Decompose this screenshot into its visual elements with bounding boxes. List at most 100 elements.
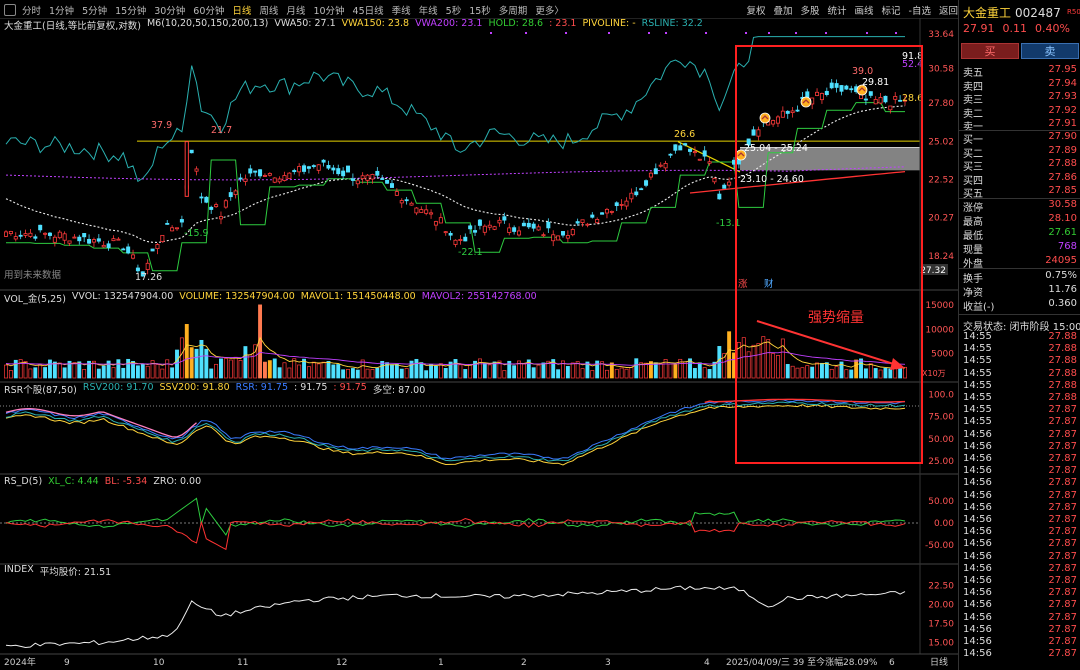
price-change: 0.11 — [1002, 22, 1028, 35]
candle — [189, 149, 194, 154]
volume-bar — [350, 368, 355, 379]
divider — [959, 268, 1080, 269]
candle — [355, 180, 360, 185]
tab-period[interactable]: 周线 — [259, 3, 278, 17]
volume-bar — [48, 359, 52, 379]
chart-canvas[interactable]: 33.64 30.58 27.80 25.02 22.52 20.27 18.24 27.32… — [0, 18, 958, 670]
tick-time: 14:55 — [963, 379, 992, 391]
last-price: 27.91 — [963, 22, 995, 35]
tab-period[interactable]: 15秒 — [469, 3, 491, 17]
candle — [795, 109, 800, 112]
tab-period[interactable]: 年线 — [419, 3, 438, 17]
volume-bar — [766, 339, 771, 379]
tab-period[interactable]: 45日线 — [353, 3, 384, 17]
candle — [38, 224, 43, 231]
ssv200-series — [5, 404, 906, 466]
volume-bar — [394, 364, 399, 379]
toolbar-button[interactable]: 叠加 — [773, 3, 792, 17]
tab-period[interactable]: 30分钟 — [154, 3, 185, 17]
toolbar-button[interactable]: 统计 — [828, 3, 847, 17]
toolbar-button[interactable]: -自选 — [909, 3, 931, 17]
volume-bar — [883, 367, 888, 379]
candle — [321, 159, 326, 163]
tab-period[interactable]: 多周期 — [499, 3, 528, 17]
ask-row-label: 卖二 — [963, 108, 983, 120]
volume-bar — [209, 368, 214, 379]
volume-bar — [673, 363, 678, 379]
tick-time: 14:56 — [963, 648, 992, 660]
candle — [521, 222, 526, 227]
volume-bar — [233, 356, 238, 379]
candle — [824, 90, 829, 95]
bid-row-label: 买四 — [963, 175, 983, 187]
candle — [248, 168, 253, 174]
high-marker: 21.7 — [211, 125, 232, 136]
candle — [487, 224, 492, 228]
volume-bar — [346, 369, 350, 379]
candle — [399, 200, 404, 204]
volume-bar — [170, 367, 175, 379]
candle — [394, 191, 399, 196]
x-axis-label: 2024年 — [4, 656, 36, 668]
tick-price: 27.88 — [1048, 392, 1077, 403]
volume-bar — [248, 354, 253, 379]
candle — [302, 165, 307, 172]
candle — [473, 230, 478, 233]
toolbar-button[interactable]: 返回 — [939, 3, 958, 17]
volume-bar — [189, 347, 194, 379]
tab-period[interactable]: 季线 — [392, 3, 411, 17]
volume-bar — [819, 362, 824, 379]
tab-period[interactable]: 15分钟 — [115, 3, 146, 17]
top-dot — [895, 32, 897, 34]
tab-period[interactable]: 5分钟 — [82, 3, 107, 17]
menu-icon[interactable] — [4, 4, 16, 16]
volume-bar — [776, 355, 780, 379]
x-axis-label: 1 — [438, 658, 444, 668]
candle — [316, 164, 321, 171]
volume-bar — [414, 358, 419, 379]
tab-period[interactable]: 更多〉 — [535, 3, 564, 17]
bid-row-value: 27.90 — [1048, 131, 1077, 142]
toolbar-button[interactable]: 标记 — [882, 3, 901, 17]
toolbar-button[interactable]: 复权 — [746, 3, 765, 17]
top-dot — [665, 32, 667, 34]
y-tick-label: 0.00 — [934, 519, 954, 529]
candle — [575, 221, 580, 224]
stat-row: 现量 768 — [963, 241, 1077, 256]
candle — [815, 91, 820, 96]
tab-period[interactable]: 5秒 — [446, 3, 462, 17]
tick-price: 27.87 — [1048, 404, 1077, 416]
zone-label: 23.10 - 24.60 — [740, 174, 804, 185]
volume-bar — [204, 348, 209, 379]
tab-period[interactable]: 月线 — [286, 3, 305, 17]
volume-bar — [419, 362, 424, 379]
volume-bar — [829, 368, 834, 379]
candle — [131, 254, 136, 259]
sell-button[interactable]: 卖 — [1021, 43, 1079, 59]
buy-button[interactable]: 买 — [961, 43, 1019, 59]
tab-period[interactable]: 60分钟 — [193, 3, 224, 17]
tick-time: 14:56 — [963, 538, 992, 550]
volume-bar — [399, 368, 404, 379]
top-dot — [565, 32, 567, 34]
main-panel-header: 大金重工(日线,等比前复权,对数) M6(10,20,50,150,200,13… — [4, 18, 703, 32]
indicator-value: M6(10,20,50,150,200,13) — [146, 18, 269, 29]
tick-time: 14:55 — [963, 343, 992, 355]
toolbar-button[interactable]: 画线 — [855, 3, 874, 17]
tab-period[interactable]: 分时 — [22, 3, 41, 17]
volume-bar — [565, 366, 570, 379]
volume-bar — [135, 365, 140, 379]
toolbar-button[interactable]: 多股 — [800, 3, 819, 17]
top-dot — [490, 32, 492, 34]
stat-row-label: 涨停 — [963, 203, 983, 214]
top-dot — [825, 32, 827, 34]
y-tick-label: -50.00 — [925, 541, 954, 551]
event-marker: 财 — [764, 278, 774, 290]
volume-bar — [863, 368, 868, 379]
stat-row-value: 768 — [1057, 241, 1077, 252]
tab-period[interactable]: 1分钟 — [49, 3, 74, 17]
tick-price: 27.88 — [1048, 331, 1077, 342]
tab-period[interactable]: 日线 — [232, 3, 251, 17]
tab-period[interactable]: 10分钟 — [313, 3, 344, 17]
volume-bar — [800, 367, 805, 379]
